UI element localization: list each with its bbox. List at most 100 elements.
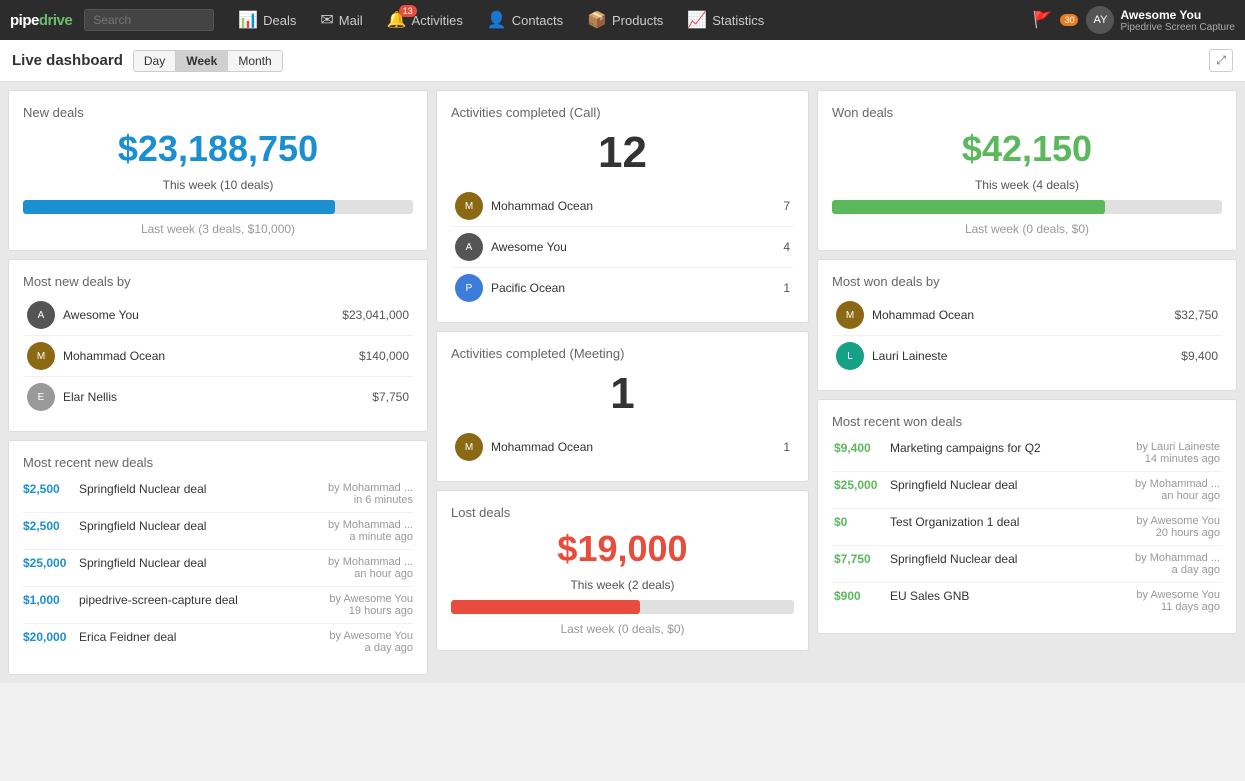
lost-deals-footer: Last week (0 deals, $0) [451, 622, 794, 636]
activities-meeting-title: Activities completed (Meeting) [451, 346, 794, 361]
flag-icon: 🚩 [1033, 10, 1053, 30]
person-name: Awesome You [491, 240, 783, 254]
most-recent-won-deals-card: Most recent won deals $9,400 Marketing c… [817, 399, 1237, 634]
nav-item-statistics[interactable]: 📈 Statistics [677, 0, 774, 40]
period-week[interactable]: Week [176, 51, 228, 71]
won-name: Springfield Nuclear deal [890, 552, 1104, 566]
won-deals-footer: Last week (0 deals, $0) [832, 222, 1222, 236]
deal-amount: $1,000 [23, 593, 73, 607]
col-left: New deals $23,188,750 This week (10 deal… [8, 90, 428, 675]
list-item: $2,500 Springfield Nuclear deal by Moham… [23, 476, 413, 513]
lost-deals-subtitle: This week (2 deals) [451, 578, 794, 592]
avatar: AY [1086, 6, 1114, 34]
lost-deals-amount: $19,000 [451, 528, 794, 570]
list-item: $2,500 Springfield Nuclear deal by Moham… [23, 513, 413, 550]
nav-label-activities: Activities [412, 13, 463, 28]
most-won-deals-list: M Mohammad Ocean $32,750 L Lauri Lainest… [832, 295, 1222, 376]
most-won-deals-title: Most won deals by [832, 274, 1222, 289]
person-value: 4 [783, 240, 790, 254]
list-item: $25,000 Springfield Nuclear deal by Moha… [23, 550, 413, 587]
period-buttons: Day Week Month [133, 50, 283, 72]
won-amount: $0 [834, 515, 884, 529]
statistics-icon: 📈 [687, 10, 707, 30]
main-grid: New deals $23,188,750 This week (10 deal… [0, 82, 1245, 683]
nav-user[interactable]: AY Awesome You Pipedrive Screen Capture [1086, 6, 1235, 34]
person-value: 1 [783, 440, 790, 454]
person-value: $140,000 [359, 349, 409, 363]
person-name: Elar Nellis [63, 390, 372, 404]
deal-name: Springfield Nuclear deal [79, 519, 317, 533]
activities-meeting-card: Activities completed (Meeting) 1 M Moham… [436, 331, 809, 482]
activities-call-card: Activities completed (Call) 12 M Mohamma… [436, 90, 809, 323]
won-deals-progress [832, 200, 1222, 214]
nav-item-deals[interactable]: 📊 Deals [228, 0, 306, 40]
most-new-deals-list: A Awesome You $23,041,000 M Mohammad Oce… [23, 295, 413, 417]
nav-item-activities[interactable]: 🔔 13 Activities [377, 0, 473, 40]
person-name: Lauri Laineste [872, 349, 1181, 363]
won-deals-amount: $42,150 [832, 128, 1222, 170]
won-meta: by Mohammad ...a day ago [1110, 552, 1220, 576]
most-recent-new-deals-title: Most recent new deals [23, 455, 413, 470]
activities-call-count: 12 [451, 128, 794, 178]
won-name: Test Organization 1 deal [890, 515, 1104, 529]
deal-amount: $25,000 [23, 556, 73, 570]
person-value: 7 [783, 199, 790, 213]
period-month[interactable]: Month [228, 51, 281, 71]
deal-name: Erica Feidner deal [79, 630, 317, 644]
nav-item-mail[interactable]: ✉ Mail [310, 0, 372, 40]
won-deals-bar [832, 200, 1105, 214]
most-recent-new-deals-card: Most recent new deals $2,500 Springfield… [8, 440, 428, 675]
won-amount: $9,400 [834, 441, 884, 455]
activities-call-list: M Mohammad Ocean 7 A Awesome You 4 P Pac… [451, 186, 794, 308]
list-item: $900 EU Sales GNB by Awesome You11 days … [832, 583, 1222, 619]
deal-meta: by Awesome Youa day ago [323, 630, 413, 654]
logo: pipedrive [10, 12, 72, 29]
list-item: E Elar Nellis $7,750 [23, 377, 413, 417]
list-item: $7,750 Springfield Nuclear deal by Moham… [832, 546, 1222, 583]
new-deals-title: New deals [23, 105, 413, 120]
won-meta: by Awesome You11 days ago [1110, 589, 1220, 613]
activities-badge: 13 [399, 5, 417, 17]
deal-meta: by Mohammad ...a minute ago [323, 519, 413, 543]
deal-amount: $2,500 [23, 519, 73, 533]
deal-name: Springfield Nuclear deal [79, 556, 317, 570]
deal-amount: $20,000 [23, 630, 73, 644]
nav-label-deals: Deals [263, 13, 296, 28]
lost-deals-bar [451, 600, 640, 614]
lost-deals-title: Lost deals [451, 505, 794, 520]
expand-button[interactable]: ⤢ [1209, 49, 1233, 72]
nav-item-contacts[interactable]: 👤 Contacts [477, 0, 573, 40]
search-input[interactable] [84, 9, 214, 31]
list-item: M Mohammad Ocean $140,000 [23, 336, 413, 377]
contacts-icon: 👤 [487, 10, 507, 30]
won-amount: $25,000 [834, 478, 884, 492]
lost-deals-card: Lost deals $19,000 This week (2 deals) L… [436, 490, 809, 651]
col-middle: Activities completed (Call) 12 M Mohamma… [436, 90, 809, 675]
won-name: Marketing campaigns for Q2 [890, 441, 1104, 455]
person-value: $32,750 [1175, 308, 1218, 322]
lost-deals-progress [451, 600, 794, 614]
nav-item-products[interactable]: 📦 Products [577, 0, 673, 40]
new-deals-amount: $23,188,750 [23, 128, 413, 170]
new-deals-bar [23, 200, 335, 214]
list-item: $25,000 Springfield Nuclear deal by Moha… [832, 472, 1222, 509]
person-value: 1 [783, 281, 790, 295]
mail-icon: ✉ [320, 10, 333, 30]
won-name: Springfield Nuclear deal [890, 478, 1104, 492]
person-avatar: E [27, 383, 55, 411]
person-avatar: M [455, 192, 483, 220]
list-item: A Awesome You $23,041,000 [23, 295, 413, 336]
list-item: $0 Test Organization 1 deal by Awesome Y… [832, 509, 1222, 546]
most-recent-won-deals-title: Most recent won deals [832, 414, 1222, 429]
new-deals-progress [23, 200, 413, 214]
deal-name: pipedrive-screen-capture deal [79, 593, 317, 607]
person-avatar: M [836, 301, 864, 329]
won-deals-subtitle: This week (4 deals) [832, 178, 1222, 192]
list-item: $1,000 pipedrive-screen-capture deal by … [23, 587, 413, 624]
page-title: Live dashboard [12, 52, 123, 69]
period-day[interactable]: Day [134, 51, 176, 71]
won-deals-title: Won deals [832, 105, 1222, 120]
most-new-deals-card: Most new deals by A Awesome You $23,041,… [8, 259, 428, 432]
list-item: L Lauri Laineste $9,400 [832, 336, 1222, 376]
deals-icon: 📊 [238, 10, 258, 30]
